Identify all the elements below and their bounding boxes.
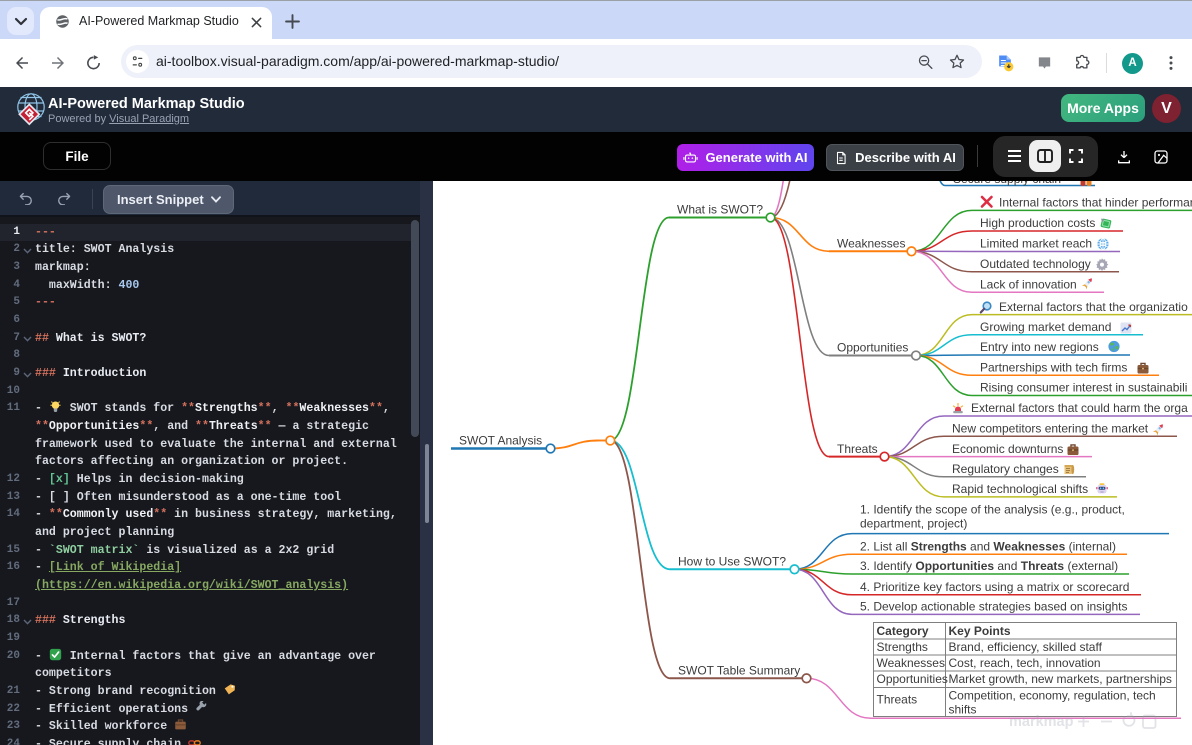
svg-text:markmap: markmap	[1009, 714, 1074, 730]
svg-text:Opportunities: Opportunities	[837, 341, 908, 355]
svg-text:Strengths: Strengths	[877, 640, 928, 654]
svg-text:Outdated technology: Outdated technology	[980, 257, 1091, 271]
svg-text:Opportunities: Opportunities	[877, 672, 948, 686]
svg-text:Competition, economy, regulati: Competition, economy, regulation, tech	[949, 689, 1156, 703]
svg-text:External factors that the orga: External factors that the organizatio	[999, 300, 1188, 314]
svg-text:Growing market demand: Growing market demand	[980, 320, 1111, 334]
svg-text:3. Identify Opportunities and: 3. Identify Opportunities and Threats (e…	[860, 559, 1118, 573]
svg-text:How to Use SWOT?: How to Use SWOT?	[678, 555, 786, 569]
svg-text:Limited market reach: Limited market reach	[980, 237, 1092, 251]
svg-text:SWOT Table Summary: SWOT Table Summary	[678, 664, 800, 678]
svg-text:Secure supply chain: Secure supply chain	[953, 181, 1061, 186]
svg-text:Brand, efficiency, skilled sta: Brand, efficiency, skilled staff	[949, 640, 1103, 654]
svg-text:Economic downturns: Economic downturns	[952, 442, 1063, 456]
svg-text:1. Identify the scope of the a: 1. Identify the scope of the analysis (e…	[860, 503, 1125, 517]
svg-text:New competitors entering the m: New competitors entering the market	[952, 421, 1149, 435]
svg-text:Entry into new regions: Entry into new regions	[980, 340, 1099, 354]
svg-text:Regulatory changes: Regulatory changes	[952, 462, 1059, 476]
svg-text:5. Develop actionable strategi: 5. Develop actionable strategies based o…	[860, 600, 1128, 614]
svg-text:Weaknesses: Weaknesses	[877, 656, 945, 670]
svg-text:Threats: Threats	[877, 693, 918, 707]
svg-text:Rapid technological shifts: Rapid technological shifts	[952, 482, 1088, 496]
svg-text:External factors that could ha: External factors that could harm the org…	[971, 401, 1188, 415]
svg-text:department, project): department, project)	[860, 517, 967, 531]
svg-text:Internal factors that hinder p: Internal factors that hinder performanc	[999, 196, 1192, 210]
svg-text:Rising consumer interest in su: Rising consumer interest in sustainabili	[980, 381, 1187, 395]
svg-text:Weaknesses: Weaknesses	[837, 237, 905, 251]
svg-text:Key Points: Key Points	[949, 624, 1011, 638]
svg-text:2. List all Strengths and Weak: 2. List all Strengths and Weaknesses (in…	[860, 540, 1116, 554]
svg-text:4. Prioritize key factors usin: 4. Prioritize key factors using a matrix…	[860, 580, 1129, 594]
svg-text:SWOT Analysis: SWOT Analysis	[459, 434, 542, 448]
svg-text:High production costs: High production costs	[980, 216, 1095, 230]
svg-text:shifts: shifts	[949, 703, 977, 717]
svg-text:Cost, reach, tech, innovation: Cost, reach, tech, innovation	[949, 656, 1101, 670]
svg-text:Lack of innovation: Lack of innovation	[980, 278, 1077, 292]
svg-text:What is SWOT?: What is SWOT?	[677, 203, 763, 217]
svg-text:Partnerships with tech firms: Partnerships with tech firms	[980, 361, 1127, 375]
svg-text:Market growth, new markets, pa: Market growth, new markets, partnerships	[949, 672, 1172, 686]
svg-text:Category: Category	[877, 624, 929, 638]
svg-text:Threats: Threats	[837, 442, 878, 456]
